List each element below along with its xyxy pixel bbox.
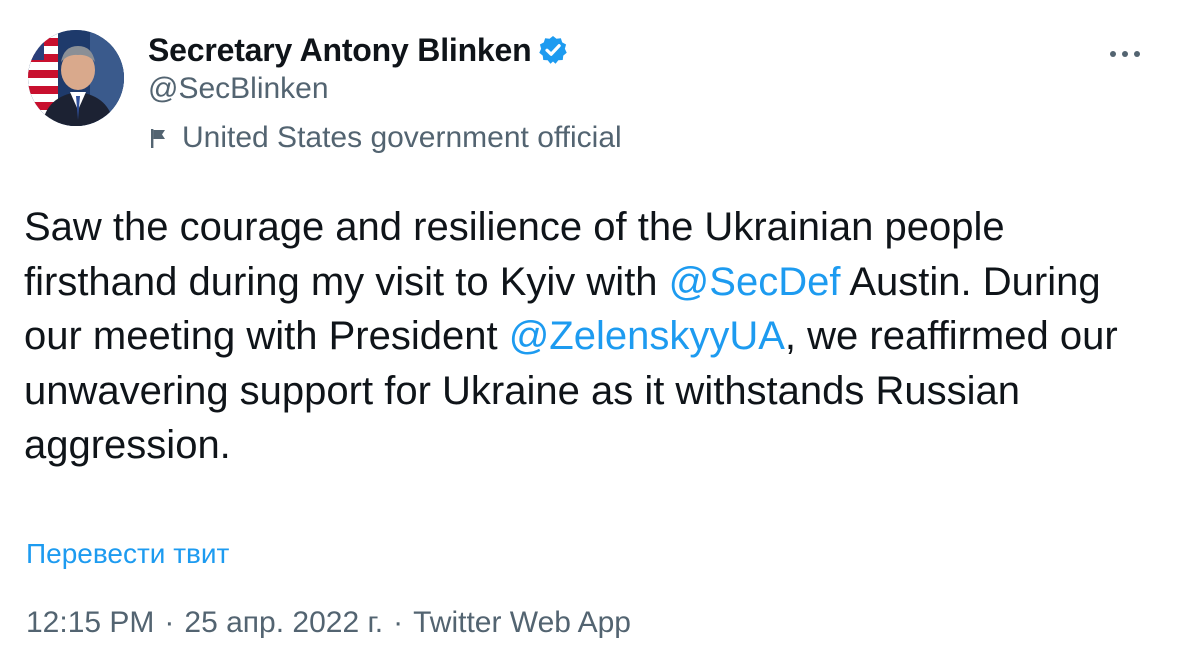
tweet-text: Saw the courage and resilience of the Uk… (24, 200, 1144, 473)
mention-link-zelenskyyua[interactable]: @ZelenskyyUA (509, 314, 785, 358)
avatar-image (28, 30, 124, 126)
meta-separator: · (164, 606, 175, 639)
more-icon-dot (1134, 51, 1140, 57)
meta-separator: · (393, 606, 404, 639)
author-name-row: Secretary Antony Blinken (148, 28, 569, 72)
more-icon-dot (1122, 51, 1128, 57)
mention-link-secdef[interactable]: @SecDef (669, 260, 841, 304)
more-icon (1110, 51, 1116, 57)
tweet-meta: 12:15 PM · 25 апр. 2022 г. · Twitter Web… (26, 606, 631, 640)
account-label-text: United States government official (182, 121, 622, 154)
tweet-source[interactable]: Twitter Web App (413, 606, 631, 640)
flag-icon (148, 127, 170, 149)
tweet-card: Secretary Antony Blinken @SecBlinken Uni… (0, 0, 1180, 668)
author-display-name[interactable]: Secretary Antony Blinken (148, 32, 532, 69)
account-label: United States government official (148, 118, 622, 158)
verified-badge-icon (537, 34, 569, 66)
tweet-time[interactable]: 12:15 PM (26, 606, 154, 640)
tweet-date[interactable]: 25 апр. 2022 г. (184, 606, 383, 640)
translate-tweet-link[interactable]: Перевести твит (26, 538, 229, 570)
author-handle[interactable]: @SecBlinken (148, 72, 329, 106)
more-button[interactable] (1100, 36, 1150, 72)
avatar[interactable] (28, 30, 124, 126)
